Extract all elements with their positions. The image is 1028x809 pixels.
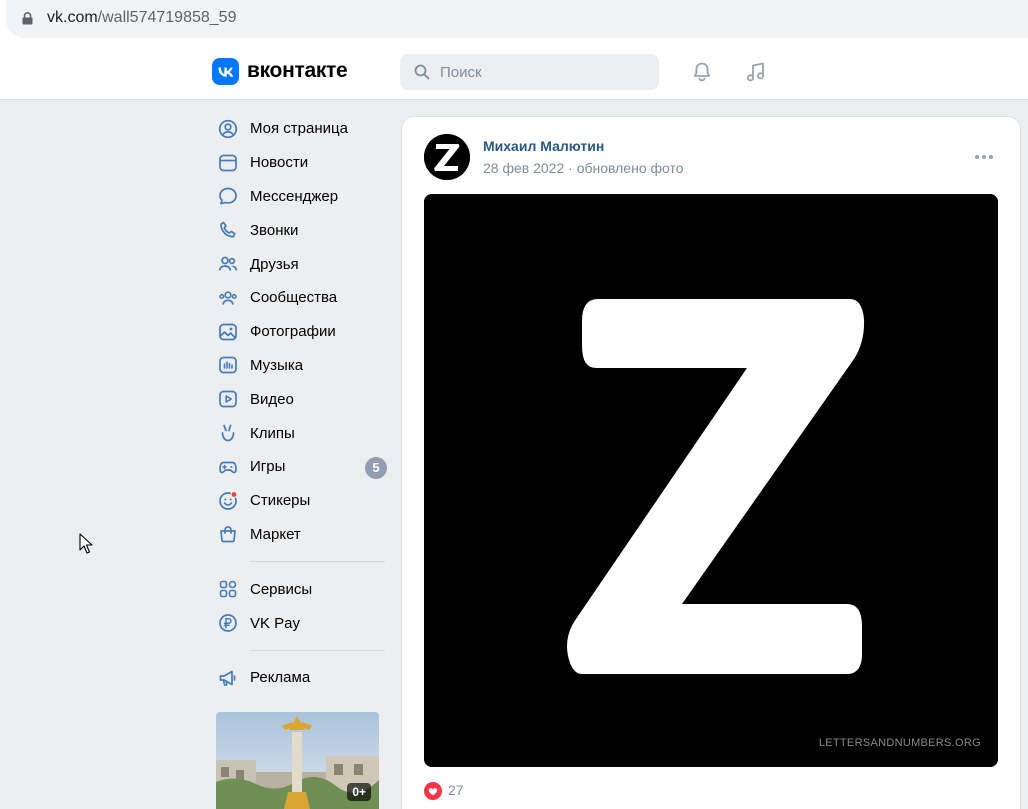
menu-label: Сервисы (250, 580, 313, 598)
music-icon[interactable] (744, 60, 768, 84)
menu-label: Стикеры (250, 492, 311, 510)
menu-label: Видео (250, 390, 294, 408)
left-menu: Моя страница Новости Мессенджер Звонки Д… (214, 112, 389, 695)
bell-icon[interactable] (690, 60, 714, 84)
wall-post: Михаил Малютин 28 фев 2022 · обновлено ф… (402, 117, 1020, 809)
z-letter-image (424, 194, 998, 767)
menu-item-clips[interactable]: Клипы (214, 416, 389, 450)
menu-label: Моя страница (250, 120, 348, 138)
menu-label: Друзья (250, 255, 299, 273)
menu-item-friends[interactable]: Друзья (214, 247, 389, 281)
menu-item-my-page[interactable]: Моя страница (214, 112, 389, 146)
menu-item-messenger[interactable]: Мессенджер (214, 180, 389, 214)
menu-item-ads[interactable]: Реклама (214, 661, 389, 695)
post-date[interactable]: 28 фев 2022 (483, 160, 564, 176)
menu-item-photos[interactable]: Фотографии (214, 315, 389, 349)
menu-label: Маркет (250, 525, 301, 543)
video-icon (219, 390, 237, 408)
menu-item-services[interactable]: Сервисы (214, 572, 389, 606)
games-counter-badge: 5 (365, 456, 387, 479)
author-avatar[interactable] (424, 134, 470, 180)
menu-item-music[interactable]: Музыка (214, 349, 389, 383)
vk-logo-icon[interactable] (212, 58, 239, 85)
menu-label: Игры (250, 458, 286, 476)
photo-icon (219, 323, 237, 341)
menu-label: Клипы (250, 424, 295, 442)
meta-separator: · (568, 160, 577, 176)
menu-item-communities[interactable]: Сообщества (214, 281, 389, 315)
friends-icon (218, 256, 238, 271)
gamepad-icon (219, 461, 237, 474)
vkpay-icon (219, 614, 237, 632)
photo-watermark: LETTERSANDNUMBERS.ORG (818, 737, 981, 749)
heart-icon[interactable] (424, 782, 442, 800)
menu-label: Сообщества (250, 289, 338, 307)
age-rating-badge: 0+ (347, 783, 371, 801)
post-author-link[interactable]: Михаил Малютин (483, 138, 604, 154)
search-icon (414, 64, 430, 80)
sticker-icon (219, 490, 238, 510)
search-input[interactable] (440, 62, 650, 82)
communities-icon (219, 291, 237, 305)
browser-address-bar: vk.com/wall574719858_59 (0, 0, 1028, 42)
menu-label: Новости (250, 154, 309, 172)
mouse-cursor-icon (79, 533, 93, 554)
post-meta: 28 фев 2022 · обновлено фото (483, 160, 684, 176)
lock-icon (22, 12, 33, 25)
z-logo-image (424, 134, 470, 180)
services-icon (219, 580, 237, 598)
url-path: /wall574719858_59 (97, 9, 237, 26)
more-options-icon[interactable] (974, 153, 994, 161)
post-action: обновлено фото (576, 160, 684, 176)
megaphone-icon (219, 670, 236, 686)
menu-label: Звонки (250, 221, 299, 239)
menu-divider (250, 561, 385, 563)
message-icon (219, 188, 237, 205)
menu-item-market[interactable]: Маркет (214, 518, 389, 552)
menu-item-games[interactable]: Игры 5 (214, 450, 389, 484)
menu-label: Мессенджер (250, 187, 339, 205)
menu-label: VK Pay (250, 614, 301, 632)
promo-banner[interactable]: 0+ (216, 712, 379, 809)
phone-icon (220, 221, 236, 238)
menu-item-vk-pay[interactable]: VK Pay (214, 606, 389, 640)
news-icon (219, 154, 237, 172)
likes-count: 27 (448, 782, 464, 798)
music-icon (219, 357, 237, 374)
url-text[interactable]: vk.com/wall574719858_59 (47, 9, 236, 27)
menu-label: Фотографии (250, 323, 336, 341)
menu-label: Музыка (250, 356, 304, 374)
brand-wordmark[interactable]: вконтакте (247, 59, 348, 83)
market-icon (220, 526, 236, 543)
menu-label: Реклама (250, 669, 311, 687)
menu-item-stickers[interactable]: Стикеры (214, 484, 389, 518)
menu-item-calls[interactable]: Звонки (214, 213, 389, 247)
menu-item-news[interactable]: Новости (214, 146, 389, 180)
menu-divider (250, 649, 385, 651)
user-circle-icon (218, 119, 238, 139)
url-host: vk.com (47, 9, 98, 26)
post-photo[interactable]: LETTERSANDNUMBERS.ORG (424, 194, 998, 767)
menu-item-video[interactable]: Видео (214, 382, 389, 416)
clips-icon (221, 424, 235, 442)
